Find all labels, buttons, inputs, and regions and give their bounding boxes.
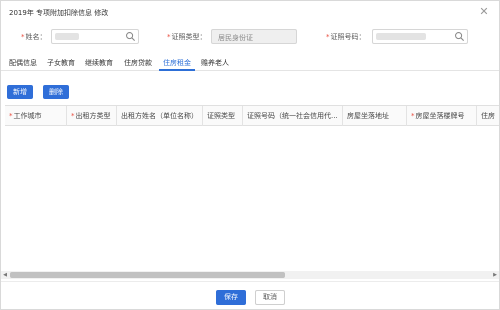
masked-value <box>376 33 426 40</box>
scrollbar-thumb[interactable] <box>10 272 285 278</box>
column-label: 房屋坐落楼牌号 <box>415 112 465 120</box>
id-number-label: *证照号码： <box>326 32 366 42</box>
id-number-label-text: 证照号码： <box>330 33 366 41</box>
horizontal-scrollbar[interactable]: ◀ ▶ <box>1 271 499 279</box>
id-type-label: *证照类型： <box>167 32 207 42</box>
identity-fields: *姓名： *证照类型： 居民身份证 *证照号码： <box>1 27 499 47</box>
col-lessor-type[interactable]: *出租方类型 <box>67 106 117 126</box>
search-icon[interactable] <box>454 31 465 42</box>
required-mark: * <box>71 112 75 120</box>
tab-children-education[interactable]: 子女教育 <box>47 58 75 68</box>
col-housing[interactable]: 住房 <box>477 106 499 126</box>
name-label: *姓名： <box>21 32 47 42</box>
required-mark: * <box>21 33 25 41</box>
col-lessor-name[interactable]: 出租方姓名（单位名称） <box>117 106 203 126</box>
tab-continuing-education[interactable]: 继续教育 <box>85 58 113 68</box>
active-tab-indicator <box>159 69 195 71</box>
required-mark: * <box>411 112 415 120</box>
cancel-button[interactable]: 取消 <box>255 290 285 305</box>
scroll-right-icon[interactable]: ▶ <box>491 271 499 279</box>
required-mark: * <box>167 33 171 41</box>
dialog-title-bar: 2019年 专项附加扣除信息 修改 ✕ <box>1 1 499 23</box>
required-mark: * <box>326 33 330 41</box>
scroll-left-icon[interactable]: ◀ <box>1 271 9 279</box>
rent-table: *工作城市 *出租方类型 出租方姓名（单位名称） 证照类型 证照号码（统一社会信… <box>5 105 499 275</box>
required-mark: * <box>9 112 13 120</box>
search-icon[interactable] <box>125 31 136 42</box>
table-body <box>5 126 499 274</box>
table-header: *工作城市 *出租方类型 出租方姓名（单位名称） 证照类型 证照号码（统一社会信… <box>5 106 499 126</box>
column-label: 房屋坐落地址 <box>347 112 389 120</box>
close-icon[interactable]: ✕ <box>477 5 491 19</box>
save-button[interactable]: 保存 <box>216 290 246 305</box>
dialog-footer: 保存 取消 <box>1 281 499 309</box>
tab-spouse[interactable]: 配偶信息 <box>9 58 37 68</box>
column-label: 证照类型 <box>207 112 235 120</box>
id-type-label-text: 证照类型： <box>171 33 207 41</box>
col-id-number[interactable]: 证照号码（统一社会信用代... <box>243 106 343 126</box>
col-building-number[interactable]: *房屋坐落楼牌号 <box>407 106 477 126</box>
category-tabs: 配偶信息 子女教育 继续教育 住房贷款 住房租金 赡养老人 <box>1 55 499 71</box>
delete-button[interactable]: 删除 <box>43 85 69 99</box>
column-label: 出租方姓名（单位名称） <box>121 112 198 120</box>
col-address[interactable]: 房屋坐落地址 <box>343 106 407 126</box>
dialog-title: 2019年 专项附加扣除信息 修改 <box>9 9 109 17</box>
masked-value <box>55 33 79 40</box>
tab-housing-rent[interactable]: 住房租金 <box>163 58 191 68</box>
tab-housing-loan[interactable]: 住房贷款 <box>124 58 152 68</box>
column-label: 证照号码（统一社会信用代... <box>247 112 338 120</box>
name-label-text: 姓名： <box>25 33 47 41</box>
name-field[interactable] <box>51 29 139 44</box>
add-button[interactable]: 新增 <box>7 85 33 99</box>
edit-dialog: 2019年 专项附加扣除信息 修改 ✕ *姓名： *证照类型： 居民身份证 *证… <box>0 0 500 310</box>
id-type-field: 居民身份证 <box>211 29 297 44</box>
id-type-value: 居民身份证 <box>218 34 253 42</box>
tab-elderly-support[interactable]: 赡养老人 <box>201 58 229 68</box>
column-label: 工作城市 <box>13 112 42 120</box>
column-label: 出租方类型 <box>75 112 111 120</box>
col-work-city[interactable]: *工作城市 <box>5 106 67 126</box>
id-number-field[interactable] <box>372 29 468 44</box>
column-label: 住房 <box>481 112 495 120</box>
col-id-type[interactable]: 证照类型 <box>203 106 243 126</box>
